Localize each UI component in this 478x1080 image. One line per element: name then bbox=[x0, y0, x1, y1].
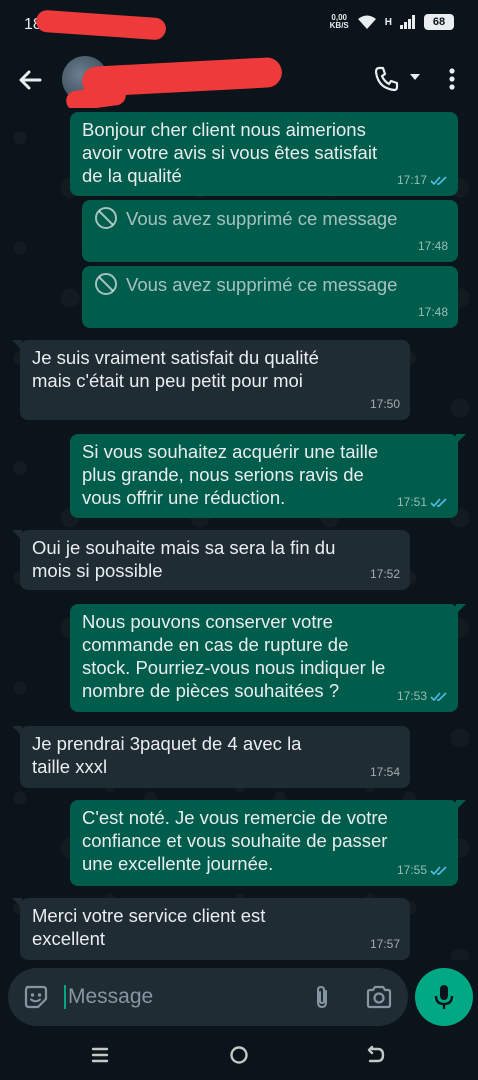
message-text: Je suis vraiment satisfait du qualité ma… bbox=[32, 347, 319, 391]
arrow-left-icon[interactable] bbox=[14, 64, 46, 96]
message-text: Je prendrai 3paquet de 4 avec la taille … bbox=[32, 733, 302, 777]
deleted-message[interactable]: Vous avez supprimé ce message 17:48 bbox=[82, 266, 458, 328]
message-composer bbox=[8, 968, 408, 1026]
microphone-button[interactable] bbox=[415, 968, 473, 1026]
incoming-message[interactable]: Oui je souhaite mais sa sera la fin du m… bbox=[12, 530, 410, 590]
message-time: 17:52 bbox=[369, 567, 400, 581]
message-meta: 17:52 bbox=[370, 563, 400, 586]
deleted-message-row: Vous avez supprimé ce message bbox=[94, 206, 446, 230]
network-speed-unit: KB/S bbox=[329, 21, 349, 30]
recents-icon[interactable] bbox=[88, 1044, 112, 1066]
outgoing-message[interactable]: Si vous souhaitez acquérir une taille pl… bbox=[70, 434, 466, 518]
more-vert-icon[interactable] bbox=[440, 64, 464, 94]
message-meta: 17:17 bbox=[397, 169, 448, 192]
message-text: Vous avez supprimé ce message bbox=[126, 273, 398, 295]
incoming-message[interactable]: Je prendrai 3paquet de 4 avec la taille … bbox=[12, 726, 410, 788]
message-text: Oui je souhaite mais sa sera la fin du m… bbox=[32, 537, 336, 581]
message-meta: 17:53 bbox=[397, 685, 448, 708]
network-speed: 0,00 KB/S bbox=[330, 14, 349, 30]
incoming-message[interactable]: Je suis vraiment satisfait du qualité ma… bbox=[12, 340, 410, 420]
message-meta: 17:48 bbox=[418, 235, 448, 258]
message-time: 17:51 bbox=[396, 495, 427, 509]
message-meta: 17:57 bbox=[370, 933, 400, 956]
read-ticks-icon bbox=[430, 498, 447, 508]
microphone-icon bbox=[434, 985, 454, 1009]
message-input[interactable] bbox=[68, 980, 288, 1014]
message-time: 17:55 bbox=[396, 863, 427, 877]
deleted-message[interactable]: Vous avez supprimé ce message 17:48 bbox=[82, 200, 458, 262]
redaction-mark bbox=[35, 9, 167, 41]
message-text: Vous avez supprimé ce message bbox=[126, 207, 398, 229]
whatsapp-chat-screen: 18 0,00 KB/S H 68 Bonjour cher client no… bbox=[0, 0, 478, 1080]
system-navigation-bar bbox=[0, 1030, 478, 1080]
message-meta: 17:48 bbox=[418, 301, 448, 324]
text-cursor bbox=[64, 985, 66, 1009]
incoming-message[interactable]: Merci votre service client est excellent… bbox=[12, 898, 410, 960]
message-time: 17:17 bbox=[396, 173, 427, 187]
read-ticks-icon bbox=[430, 176, 447, 186]
wifi-icon bbox=[357, 15, 376, 29]
message-meta: 17:54 bbox=[370, 761, 400, 784]
phone-icon[interactable] bbox=[372, 64, 402, 94]
paperclip-icon[interactable] bbox=[308, 983, 336, 1011]
status-indicators: 0,00 KB/S H 68 bbox=[330, 14, 454, 30]
outgoing-message[interactable]: Bonjour cher client nous aimerions avoir… bbox=[70, 112, 458, 196]
read-ticks-icon bbox=[430, 866, 447, 876]
outgoing-message[interactable]: C'est noté. Je vous remercie de votre co… bbox=[70, 800, 466, 886]
camera-icon[interactable] bbox=[364, 983, 394, 1011]
outgoing-message[interactable]: Nous pouvons conserver votre commande en… bbox=[70, 604, 466, 712]
message-time: 17:54 bbox=[369, 765, 400, 779]
message-text: Bonjour cher client nous aimerions avoir… bbox=[82, 119, 378, 186]
signal-icon bbox=[400, 15, 415, 29]
message-time: 17:48 bbox=[417, 305, 448, 319]
network-type: H bbox=[384, 16, 392, 28]
message-meta: 17:55 bbox=[397, 859, 448, 882]
chevron-down-icon[interactable] bbox=[408, 70, 422, 84]
read-ticks-icon bbox=[430, 692, 447, 702]
sticker-icon[interactable] bbox=[22, 983, 50, 1011]
message-time: 17:57 bbox=[369, 937, 400, 951]
message-meta: 17:51 bbox=[397, 491, 448, 514]
message-text: Nous pouvons conserver votre commande en… bbox=[82, 611, 386, 701]
message-time: 17:48 bbox=[417, 239, 448, 253]
back-icon[interactable] bbox=[364, 1044, 388, 1066]
status-bar: 18 0,00 KB/S H 68 bbox=[0, 0, 478, 52]
blocked-icon bbox=[95, 273, 117, 295]
blocked-icon bbox=[95, 207, 117, 229]
home-icon[interactable] bbox=[228, 1044, 250, 1066]
message-text: Merci votre service client est excellent bbox=[32, 905, 266, 949]
battery-indicator: 68 bbox=[424, 14, 454, 30]
message-list[interactable]: Bonjour cher client nous aimerions avoir… bbox=[0, 108, 478, 960]
message-text: Si vous souhaitez acquérir une taille pl… bbox=[82, 441, 379, 508]
message-time: 17:50 bbox=[369, 397, 400, 411]
message-text: C'est noté. Je vous remercie de votre co… bbox=[82, 807, 388, 874]
chat-header bbox=[0, 52, 478, 113]
message-meta: 17:50 bbox=[370, 393, 400, 416]
message-time: 17:53 bbox=[396, 689, 427, 703]
deleted-message-row: Vous avez supprimé ce message bbox=[94, 272, 446, 296]
